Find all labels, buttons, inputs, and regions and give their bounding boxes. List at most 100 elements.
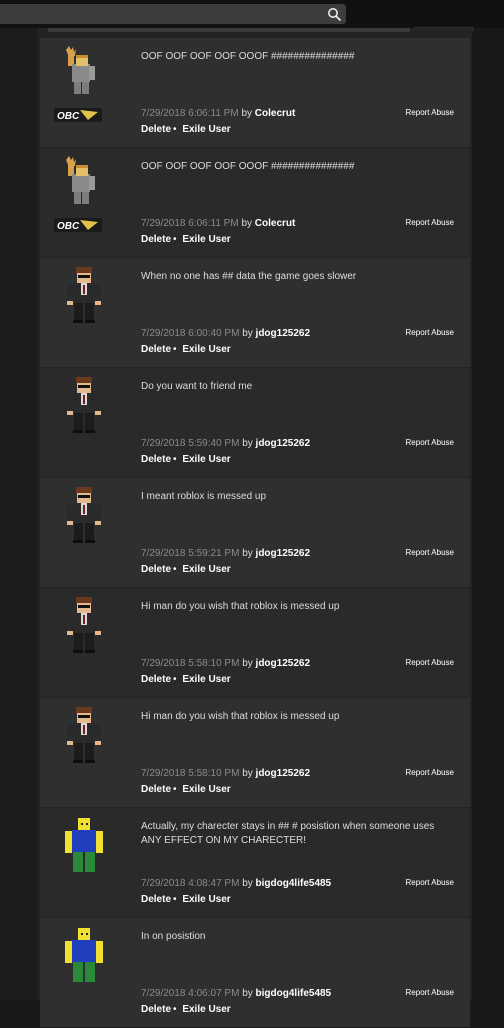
post-timestamp: 7/29/2018 5:58:10 PM [141, 768, 240, 779]
post-timestamp: 7/29/2018 6:06:11 PM [141, 218, 239, 229]
separator-dot: • [173, 894, 177, 905]
delete-button[interactable]: Delete [141, 1004, 171, 1015]
separator-dot: • [173, 124, 177, 135]
separator-dot: • [173, 564, 177, 575]
post-timestamp: 7/29/2018 5:58:10 PM [141, 658, 240, 669]
by-label: by [242, 878, 253, 889]
exile-user-button[interactable]: Exile User [182, 1004, 230, 1015]
avatar-noob[interactable] [52, 816, 116, 896]
delete-button[interactable]: Delete [141, 344, 171, 355]
post-author-link[interactable]: Colecrut [255, 218, 296, 229]
post-meta: 7/29/2018 5:59:21 PM by jdog125262 [141, 548, 310, 559]
top-bar [0, 0, 504, 28]
post-body: Hi man do you wish that roblox is messed… [141, 711, 340, 722]
separator-dot: • [173, 234, 177, 245]
avatar-suit[interactable] [52, 376, 116, 456]
post-meta: 7/29/2018 4:08:47 PM by bigdog4life5485 [141, 878, 331, 889]
wall-post: Hi man do you wish that roblox is messed… [40, 588, 470, 697]
separator-dot: • [173, 344, 177, 355]
by-label: by [242, 658, 253, 669]
horizontal-scrollbar[interactable] [48, 28, 410, 32]
post-author-link[interactable]: jdog125262 [256, 658, 310, 669]
post-timestamp: 7/29/2018 6:00:40 PM [141, 328, 240, 339]
exile-user-button[interactable]: Exile User [182, 564, 230, 575]
post-author-link[interactable]: Colecrut [255, 108, 296, 119]
avatar-noob[interactable] [52, 926, 116, 1006]
by-label: by [242, 438, 253, 449]
separator-dot: • [173, 1004, 177, 1015]
post-author-link[interactable]: bigdog4life5485 [256, 988, 332, 999]
search-icon[interactable] [327, 7, 341, 21]
post-actions: Delete • Exile User [141, 1004, 231, 1015]
post-meta: 7/29/2018 5:59:40 PM by jdog125262 [141, 438, 310, 449]
avatar-suit[interactable] [52, 486, 116, 566]
post-meta: 7/29/2018 6:06:11 PM by Colecrut [141, 218, 295, 229]
post-timestamp: 7/29/2018 4:08:47 PM [141, 878, 240, 889]
exile-user-button[interactable]: Exile User [182, 234, 230, 245]
wall-post: When no one has ## data the game goes sl… [40, 258, 470, 367]
post-actions: Delete • Exile User [141, 784, 231, 795]
report-abuse-link[interactable]: Report Abuse [406, 328, 454, 337]
post-body: Do you want to friend me [141, 381, 253, 392]
post-actions: Delete • Exile User [141, 454, 231, 465]
exile-user-button[interactable]: Exile User [182, 344, 230, 355]
by-label: by [242, 548, 253, 559]
post-body: Hi man do you wish that roblox is messed… [141, 601, 340, 612]
delete-button[interactable]: Delete [141, 784, 171, 795]
delete-button[interactable]: Delete [141, 674, 171, 685]
post-meta: 7/29/2018 6:06:11 PM by Colecrut [141, 108, 295, 119]
separator-dot: • [173, 784, 177, 795]
report-abuse-link[interactable]: Report Abuse [406, 108, 454, 117]
separator-dot: • [173, 454, 177, 465]
post-body: OOF OOF OOF OOF OOOF ############### [141, 51, 355, 62]
post-author-link[interactable]: jdog125262 [256, 328, 310, 339]
exile-user-button[interactable]: Exile User [182, 784, 230, 795]
delete-button[interactable]: Delete [141, 894, 171, 905]
post-actions: Delete • Exile User [141, 894, 231, 905]
avatar-obc[interactable]: OBC [52, 156, 116, 236]
delete-button[interactable]: Delete [141, 234, 171, 245]
svg-text:OBC: OBC [57, 221, 80, 232]
post-author-link[interactable]: bigdog4life5485 [256, 878, 332, 889]
post-actions: Delete • Exile User [141, 124, 231, 135]
report-abuse-link[interactable]: Report Abuse [406, 768, 454, 777]
post-author-link[interactable]: jdog125262 [256, 438, 310, 449]
exile-user-button[interactable]: Exile User [182, 124, 230, 135]
exile-user-button[interactable]: Exile User [182, 454, 230, 465]
report-abuse-link[interactable]: Report Abuse [406, 548, 454, 557]
post-meta: 7/29/2018 4:06:07 PM by bigdog4life5485 [141, 988, 331, 999]
exile-user-button[interactable]: Exile User [182, 894, 230, 905]
separator-dot: • [173, 674, 177, 685]
post-actions: Delete • Exile User [141, 234, 231, 245]
wall-post: Hi man do you wish that roblox is messed… [40, 698, 470, 807]
by-label: by [242, 988, 253, 999]
post-actions: Delete • Exile User [141, 674, 231, 685]
avatar-suit[interactable] [52, 596, 116, 676]
avatar-suit[interactable] [52, 266, 116, 346]
report-abuse-link[interactable]: Report Abuse [406, 438, 454, 447]
left-gutter [0, 28, 38, 1000]
post-body: Actually, my charecter stays in ## # pos… [141, 821, 435, 846]
post-author-link[interactable]: jdog125262 [256, 548, 310, 559]
avatar-obc[interactable]: OBC [52, 46, 116, 126]
post-meta: 7/29/2018 5:58:10 PM by jdog125262 [141, 658, 310, 669]
exile-user-button[interactable]: Exile User [182, 674, 230, 685]
post-author-link[interactable]: jdog125262 [256, 768, 310, 779]
by-label: by [241, 218, 253, 229]
post-actions: Delete • Exile User [141, 344, 231, 355]
search-input[interactable] [0, 4, 346, 24]
delete-button[interactable]: Delete [141, 564, 171, 575]
post-timestamp: 7/29/2018 5:59:40 PM [141, 438, 240, 449]
post-meta: 7/29/2018 5:58:10 PM by jdog125262 [141, 768, 310, 779]
post-timestamp: 7/29/2018 6:06:11 PM [141, 108, 239, 119]
wall-post: OBC OOF OOF OOF OOF OOOF ###############… [40, 148, 470, 257]
delete-button[interactable]: Delete [141, 124, 171, 135]
report-abuse-link[interactable]: Report Abuse [406, 878, 454, 887]
delete-button[interactable]: Delete [141, 454, 171, 465]
report-abuse-link[interactable]: Report Abuse [406, 988, 454, 997]
report-abuse-link[interactable]: Report Abuse [406, 218, 454, 227]
post-body: In on posistion [141, 931, 206, 942]
by-label: by [242, 768, 253, 779]
avatar-suit[interactable] [52, 706, 116, 786]
report-abuse-link[interactable]: Report Abuse [406, 658, 454, 667]
